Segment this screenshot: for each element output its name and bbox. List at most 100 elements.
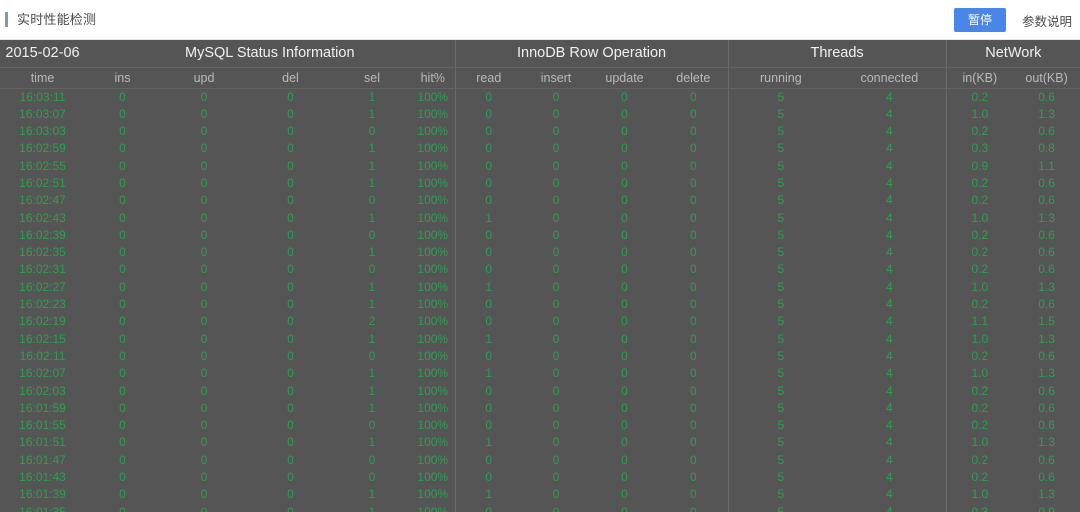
cell-update: 0 bbox=[621, 331, 628, 346]
table-row[interactable]: 16:01:35 0 0 0 1 100% 0 0 0 0 5 4 0.3 0.9 bbox=[0, 503, 1080, 512]
cell-sel: 1 bbox=[368, 141, 376, 156]
group-header-network: NetWork bbox=[945, 40, 1080, 68]
table-row[interactable]: 16:01:43 0 0 0 0 100% 0 0 0 0 5 4 0.2 0.6 bbox=[0, 469, 1080, 487]
table-row[interactable]: 16:02:19 0 0 0 2 100% 0 0 0 0 5 4 1.1 1.5 bbox=[0, 313, 1080, 331]
table-row[interactable]: 16:02:23 0 0 0 1 100% 0 0 0 0 5 4 0.2 0.6 bbox=[0, 296, 1080, 314]
cell-read: 0 bbox=[454, 382, 523, 400]
cell-update: 0 bbox=[621, 89, 628, 104]
cell-connected: 4 bbox=[885, 435, 893, 450]
cell-time: 16:01:43 bbox=[19, 470, 66, 485]
cell-ins: 0 bbox=[119, 366, 126, 381]
cell-in-kb-: 1.0 bbox=[945, 365, 1014, 383]
cell-update: 0 bbox=[621, 504, 628, 512]
table-row[interactable]: 16:01:47 0 0 0 0 100% 0 0 0 0 5 4 0.2 0.6 bbox=[0, 451, 1080, 470]
cell-delete: 0 bbox=[689, 487, 697, 502]
cell-time: 16:02:47 bbox=[19, 193, 66, 208]
cell-time: 16:02:07 bbox=[19, 366, 66, 381]
cell-time: 16:03:11 bbox=[19, 89, 66, 104]
cell-delete: 0 bbox=[689, 435, 697, 450]
column-header-in-kb-: in(KB) bbox=[945, 67, 1014, 89]
cell-connected: 4 bbox=[885, 348, 893, 363]
table-row[interactable]: 16:02:35 0 0 0 1 100% 0 0 0 0 5 4 0.2 0.6 bbox=[0, 244, 1080, 262]
cell-sel: 1 bbox=[368, 175, 376, 190]
cell-read: 0 bbox=[454, 123, 523, 141]
cell-update: 0 bbox=[621, 487, 628, 502]
table-row[interactable]: 16:02:39 0 0 0 0 100% 0 0 0 0 5 4 0.2 0.6 bbox=[0, 226, 1080, 245]
cell-in-kb-: 1.1 bbox=[945, 313, 1014, 331]
cell-upd: 0 bbox=[200, 227, 208, 242]
cell-connected: 4 bbox=[885, 106, 893, 121]
table-row[interactable]: 16:02:11 0 0 0 0 100% 0 0 0 0 5 4 0.2 0.6 bbox=[0, 347, 1080, 366]
cell-del: 0 bbox=[287, 487, 294, 502]
table-row[interactable]: 16:02:31 0 0 0 0 100% 0 0 0 0 5 4 0.2 0.6 bbox=[0, 261, 1080, 279]
parameter-description-link[interactable]: 参数说明 bbox=[1022, 11, 1072, 30]
cell-delete: 0 bbox=[689, 383, 697, 398]
cell-hit-: 100% bbox=[417, 89, 449, 104]
cell-out-kb-: 0.6 bbox=[1038, 383, 1055, 398]
table-row[interactable]: 16:02:07 0 0 0 1 100% 1 0 0 0 5 4 1.0 1.3 bbox=[0, 365, 1080, 383]
cell-running: 5 bbox=[727, 209, 834, 227]
cell-del: 0 bbox=[287, 400, 294, 415]
cell-sel: 0 bbox=[368, 262, 376, 277]
cell-running: 5 bbox=[727, 434, 834, 452]
cell-time: 16:02:31 bbox=[19, 262, 66, 277]
table-row[interactable]: 16:02:15 0 0 0 1 100% 1 0 0 0 5 4 1.0 1.3 bbox=[0, 330, 1080, 348]
column-header-delete: delete bbox=[659, 67, 729, 89]
cell-ins: 0 bbox=[119, 297, 126, 312]
cell-upd: 0 bbox=[200, 210, 208, 225]
cell-sel: 1 bbox=[368, 279, 376, 294]
table-row[interactable]: 16:02:59 0 0 0 1 100% 0 0 0 0 5 4 0.3 0.8 bbox=[0, 140, 1080, 158]
table-row[interactable]: 16:02:51 0 0 0 1 100% 0 0 0 0 5 4 0.2 0.6 bbox=[0, 174, 1080, 193]
cell-connected: 4 bbox=[885, 400, 893, 415]
performance-table: 2015-02-06 MySQL Status Information Inno… bbox=[0, 40, 1080, 512]
cell-sel: 1 bbox=[368, 383, 376, 398]
cell-out-kb-: 0.6 bbox=[1038, 470, 1055, 485]
table-row[interactable]: 16:02:27 0 0 0 1 100% 1 0 0 0 5 4 1.0 1.3 bbox=[0, 278, 1080, 297]
cell-hit-: 100% bbox=[417, 175, 449, 190]
cell-update: 0 bbox=[621, 279, 628, 294]
table-row[interactable]: 16:01:59 0 0 0 1 100% 0 0 0 0 5 4 0.2 0.6 bbox=[0, 399, 1080, 418]
cell-read: 0 bbox=[454, 105, 523, 124]
cell-time: 16:01:35 bbox=[19, 504, 66, 512]
table-row[interactable]: 16:02:55 0 0 0 1 100% 0 0 0 0 5 4 0.9 1.1 bbox=[0, 157, 1080, 175]
table-row[interactable]: 16:01:55 0 0 0 0 100% 0 0 0 0 5 4 0.2 0.6 bbox=[0, 417, 1080, 435]
cell-ins: 0 bbox=[119, 418, 126, 433]
cell-del: 0 bbox=[287, 175, 294, 190]
table-row[interactable]: 16:01:39 0 0 0 1 100% 1 0 0 0 5 4 1.0 1.3 bbox=[0, 486, 1080, 504]
cell-read: 1 bbox=[454, 365, 523, 383]
performance-grid[interactable]: 2015-02-06 MySQL Status Information Inno… bbox=[0, 40, 1080, 512]
table-row[interactable]: 16:02:43 0 0 0 1 100% 1 0 0 0 5 4 1.0 1.3 bbox=[0, 209, 1080, 227]
cell-connected: 4 bbox=[885, 262, 893, 277]
table-row[interactable]: 16:03:11 0 0 0 1 100% 0 0 0 0 5 4 0.2 0.6 bbox=[0, 88, 1080, 106]
table-row[interactable]: 16:02:47 0 0 0 0 100% 0 0 0 0 5 4 0.2 0.6 bbox=[0, 192, 1080, 210]
cell-sel: 1 bbox=[368, 366, 376, 381]
cell-running: 5 bbox=[727, 399, 834, 418]
cell-in-kb-: 1.0 bbox=[945, 105, 1014, 124]
cell-insert: 0 bbox=[552, 193, 560, 208]
table-row[interactable]: 16:03:07 0 0 0 1 100% 0 0 0 0 5 4 1.0 1.3 bbox=[0, 105, 1080, 124]
cell-upd: 0 bbox=[200, 383, 208, 398]
cell-sel: 1 bbox=[368, 331, 376, 346]
cell-sel: 1 bbox=[368, 435, 376, 450]
cell-running: 5 bbox=[727, 417, 834, 435]
cell-upd: 0 bbox=[200, 348, 208, 363]
cell-update: 0 bbox=[621, 314, 628, 329]
cell-delete: 0 bbox=[689, 297, 697, 312]
table-row[interactable]: 16:02:03 0 0 0 1 100% 0 0 0 0 5 4 0.2 0.6 bbox=[0, 382, 1080, 400]
cell-connected: 4 bbox=[885, 504, 893, 512]
cell-time: 16:02:39 bbox=[19, 227, 66, 242]
cell-running: 5 bbox=[727, 296, 834, 314]
cell-hit-: 100% bbox=[417, 245, 449, 260]
cell-upd: 0 bbox=[200, 452, 208, 467]
cell-ins: 0 bbox=[119, 141, 126, 156]
cell-hit-: 100% bbox=[417, 470, 449, 485]
table-row[interactable]: 16:03:03 0 0 0 0 100% 0 0 0 0 5 4 0.2 0.6 bbox=[0, 123, 1080, 141]
cell-delete: 0 bbox=[689, 227, 697, 242]
cell-hit-: 100% bbox=[417, 435, 449, 450]
table-row[interactable]: 16:01:51 0 0 0 1 100% 1 0 0 0 5 4 1.0 1.3 bbox=[0, 434, 1080, 452]
cell-update: 0 bbox=[621, 262, 628, 277]
cell-delete: 0 bbox=[689, 158, 697, 173]
cell-insert: 0 bbox=[552, 331, 560, 346]
pause-button[interactable]: 暂停 bbox=[953, 7, 1006, 33]
cell-out-kb-: 1.3 bbox=[1038, 210, 1055, 225]
